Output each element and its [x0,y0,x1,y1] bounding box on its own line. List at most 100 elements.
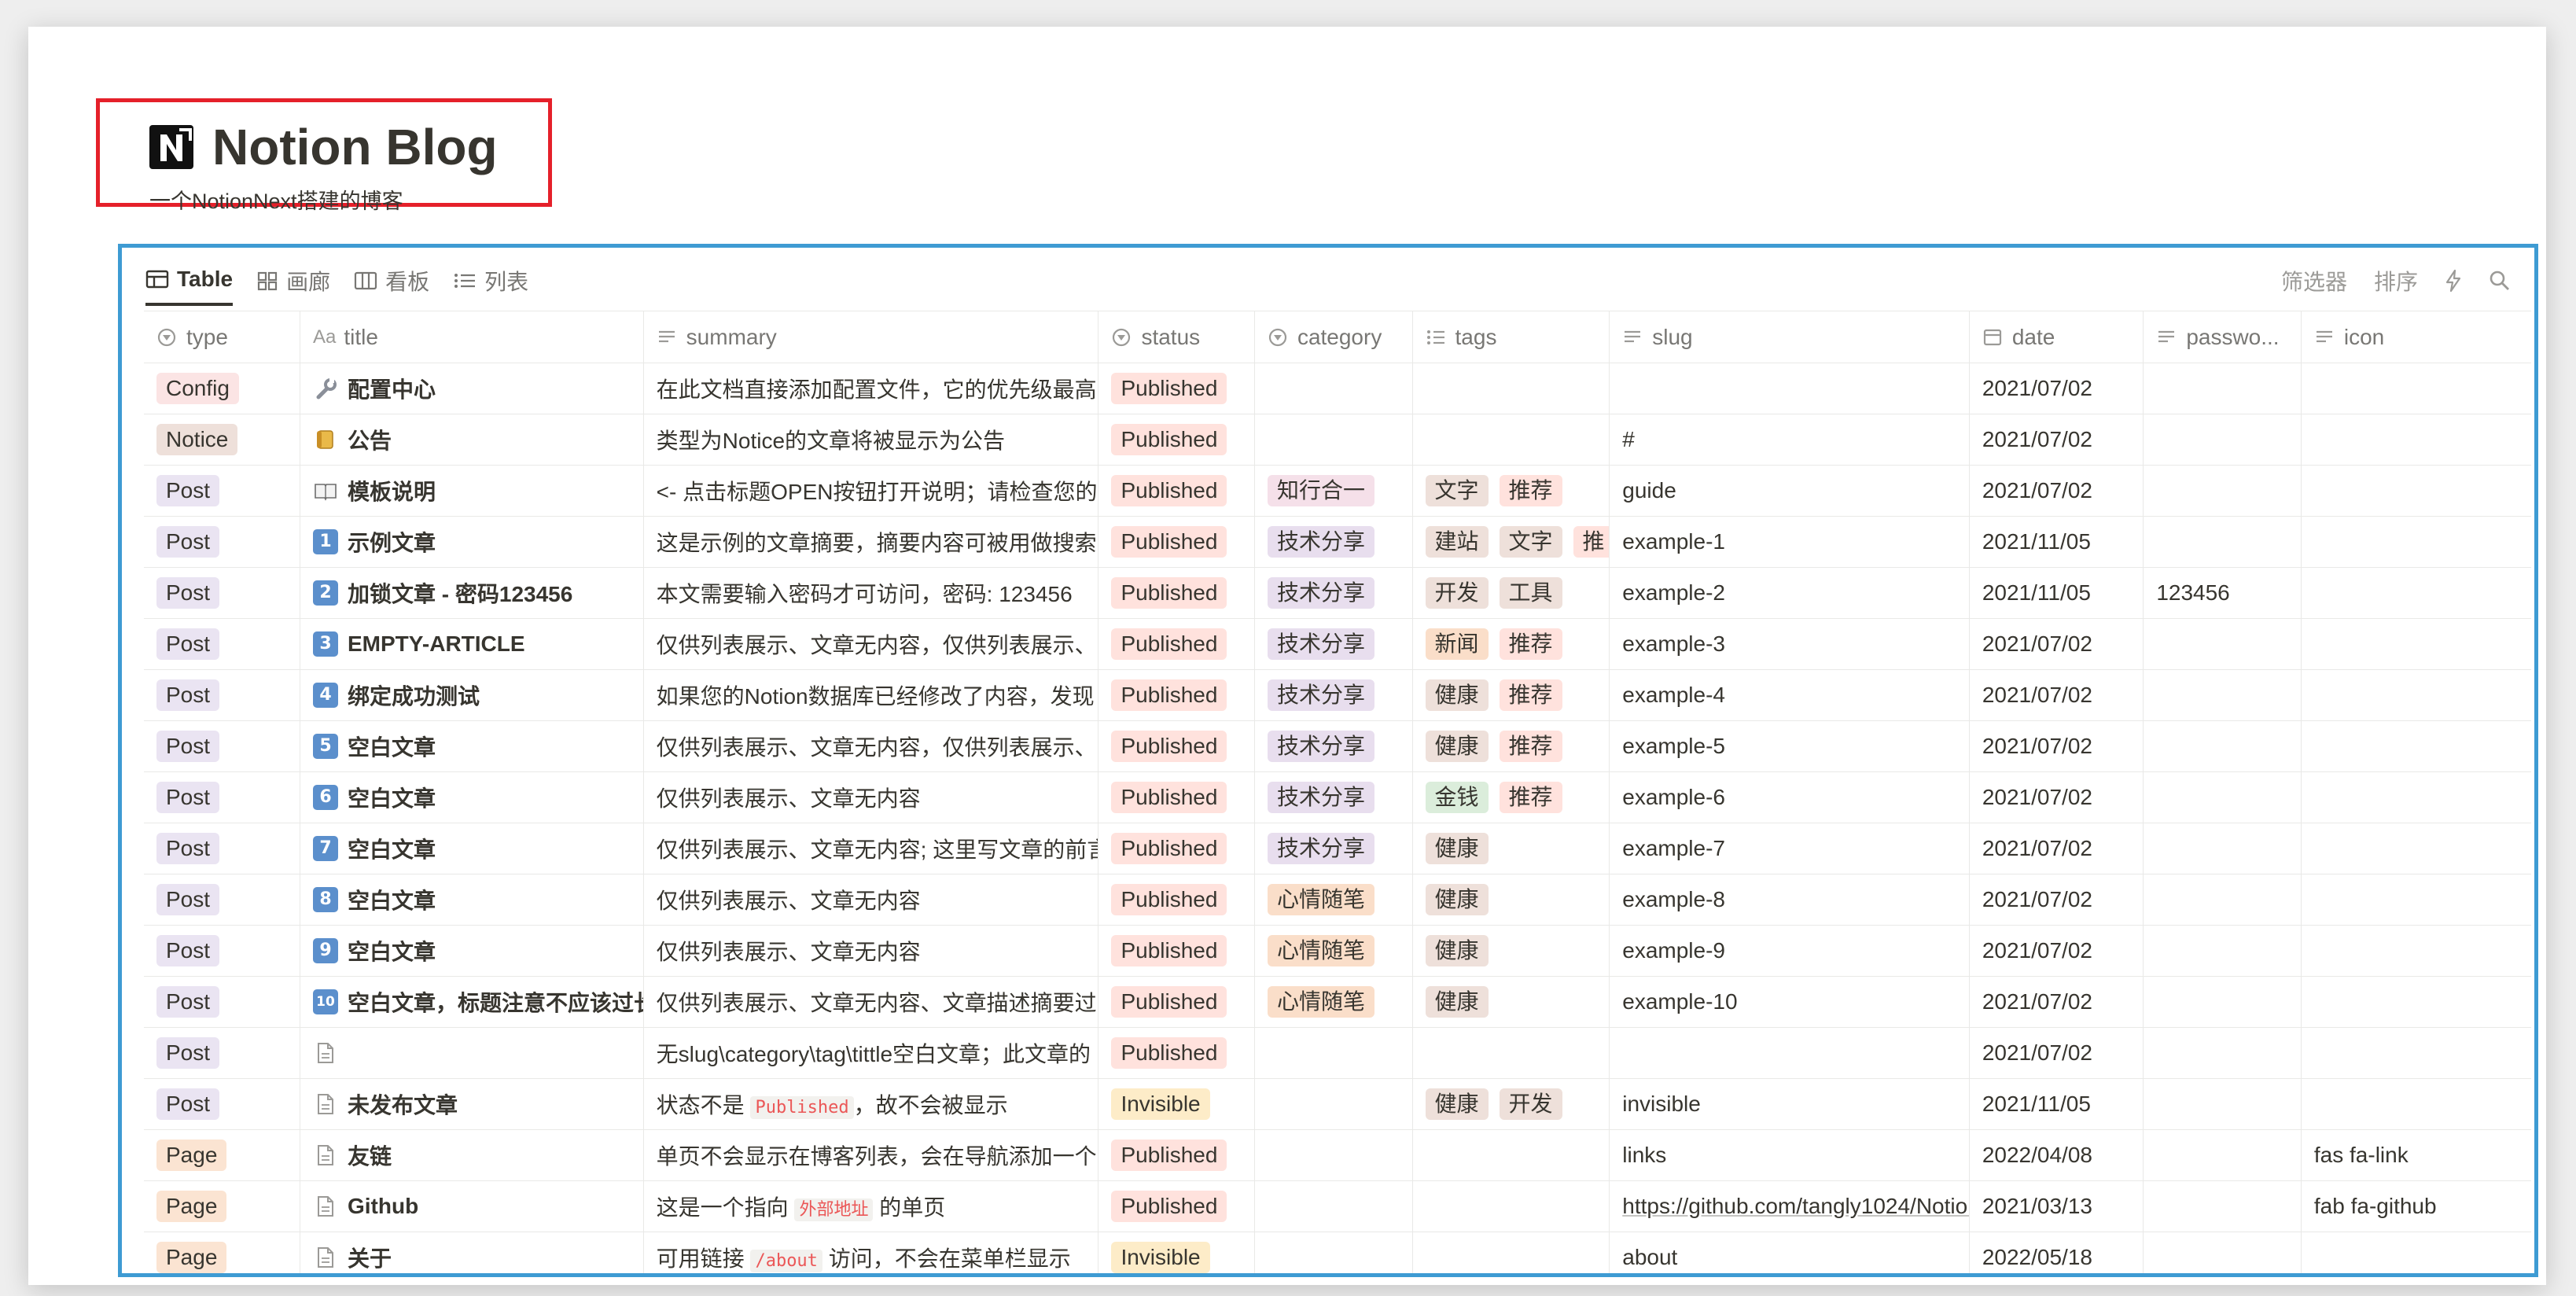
cell-slug[interactable] [1609,1027,1970,1079]
cell-title[interactable]: 7 空白文章 [300,823,644,874]
cell-category[interactable]: 技术分享 [1254,618,1413,670]
row-title[interactable]: 示例文章 [348,526,436,558]
cell-password[interactable] [2143,363,2302,414]
cell-icon[interactable] [2301,414,2531,466]
cell-title[interactable]: 模板说明 [300,465,644,517]
cell-tags[interactable]: 健康 [1412,976,1610,1028]
tab-table[interactable]: Table [145,256,234,306]
cell-category[interactable]: 心情随笔 [1254,874,1413,926]
cell-status[interactable]: Published [1098,465,1255,517]
column-header-summary[interactable]: summary [643,311,1099,363]
cell-icon[interactable] [2301,669,2531,721]
cell-date[interactable]: 2021/07/02 [1969,925,2144,977]
cell-slug[interactable]: about [1609,1232,1970,1273]
cell-tags[interactable]: 健康 推荐 [1412,669,1610,721]
cell-slug[interactable]: example-4 [1609,669,1970,721]
cell-password[interactable] [2143,465,2302,517]
cell-title[interactable]: 1 示例文章 [300,516,644,568]
cell-summary[interactable]: 仅供列表展示、文章无内容，仅供列表展示、 [643,618,1099,670]
search-button[interactable] [2489,270,2511,292]
cell-icon[interactable] [2301,720,2531,772]
cell-summary[interactable]: <- 点击标题OPEN按钮打开说明；请检查您的 [643,465,1099,517]
cell-tags[interactable]: 文字 推荐 [1412,465,1610,517]
cell-title[interactable]: 9 空白文章 [300,925,644,977]
row-title[interactable]: 空白文章 [348,731,436,762]
cell-summary[interactable]: 在此文档直接添加配置文件，它的优先级最高 [643,363,1099,414]
cell-date[interactable]: 2021/07/02 [1969,823,2144,874]
cell-status[interactable]: Published [1098,618,1255,670]
cell-icon[interactable] [2301,465,2531,517]
tab-list[interactable]: 列表 [453,256,528,306]
cell-date[interactable]: 2021/07/02 [1969,1027,2144,1079]
row-title[interactable]: 空白文章，标题注意不应该过长 [348,986,642,1018]
cell-summary[interactable]: 仅供列表展示、文章无内容 [643,771,1099,823]
cell-password[interactable] [2143,618,2302,670]
cell-tags[interactable]: 健康 [1412,823,1610,874]
cell-status[interactable]: Published [1098,925,1255,977]
cell-type[interactable]: Page [144,1129,300,1181]
cell-summary[interactable]: 这是一个指向 外部地址 的单页 [643,1180,1099,1232]
cell-status[interactable]: Published [1098,363,1255,414]
cell-tags[interactable]: 新闻 推荐 [1412,618,1610,670]
cell-title[interactable]: 关于 [300,1232,644,1273]
cell-title[interactable]: 配置中心 [300,363,644,414]
cell-slug[interactable] [1609,363,1970,414]
cell-title[interactable]: 3 EMPTY-ARTICLE [300,618,644,670]
cell-title[interactable]: 5 空白文章 [300,720,644,772]
cell-slug[interactable]: example-8 [1609,874,1970,926]
column-header-status[interactable]: status [1098,311,1255,363]
table-row[interactable]: Post 7 空白文章 仅供列表展示、文章无内容; 这里写文章的前言 Publis… [144,823,2531,874]
cell-slug[interactable]: example-6 [1609,771,1970,823]
cell-date[interactable]: 2021/07/02 [1969,976,2144,1028]
cell-category[interactable]: 心情随笔 [1254,976,1413,1028]
cell-tags[interactable]: 健康 开发 [1412,1078,1610,1130]
cell-summary[interactable]: 可用链接 /about 访问，不会在菜单栏显示 [643,1232,1099,1273]
cell-tags[interactable] [1412,363,1610,414]
cell-password[interactable] [2143,823,2302,874]
cell-tags[interactable] [1412,1180,1610,1232]
column-header-tags[interactable]: tags [1412,311,1610,363]
cell-date[interactable]: 2021/11/05 [1969,516,2144,568]
table-row[interactable]: Post 8 空白文章 仅供列表展示、文章无内容 Published 心情随笔 健… [144,874,2531,926]
cell-icon[interactable] [2301,925,2531,977]
cell-slug[interactable]: example-7 [1609,823,1970,874]
cell-category[interactable] [1254,1078,1413,1130]
cell-icon[interactable]: fab fa-github [2301,1180,2531,1232]
cell-password[interactable] [2143,874,2302,926]
cell-summary[interactable]: 无slug\category\tag\tittle空白文章；此文章的 [643,1027,1099,1079]
cell-category[interactable] [1254,363,1413,414]
cell-title[interactable]: 8 空白文章 [300,874,644,926]
cell-slug[interactable]: https://github.com/tangly1024/NotionNext [1609,1180,1970,1232]
cell-status[interactable]: Published [1098,1180,1255,1232]
cell-password[interactable] [2143,1078,2302,1130]
cell-date[interactable]: 2022/04/08 [1969,1129,2144,1181]
cell-type[interactable]: Page [144,1232,300,1273]
cell-type[interactable]: Post [144,618,300,670]
column-header-password[interactable]: passwo... [2143,311,2302,363]
cell-status[interactable]: Published [1098,567,1255,619]
cell-password[interactable] [2143,414,2302,466]
cell-type[interactable]: Post [144,925,300,977]
cell-password[interactable] [2143,669,2302,721]
cell-status[interactable]: Published [1098,414,1255,466]
cell-password[interactable]: 123456 [2143,567,2302,619]
cell-icon[interactable] [2301,976,2531,1028]
cell-status[interactable]: Published [1098,823,1255,874]
cell-slug[interactable]: # [1609,414,1970,466]
cell-category[interactable] [1254,1129,1413,1181]
row-title[interactable]: 加锁文章 - 密码123456 [348,577,572,609]
cell-date[interactable]: 2021/07/02 [1969,363,2144,414]
cell-category[interactable]: 知行合一 [1254,465,1413,517]
cell-slug[interactable]: example-5 [1609,720,1970,772]
cell-type[interactable]: Post [144,567,300,619]
cell-icon[interactable] [2301,771,2531,823]
cell-status[interactable]: Published [1098,516,1255,568]
cell-password[interactable] [2143,1027,2302,1079]
cell-tags[interactable] [1412,1129,1610,1181]
cell-title[interactable]: 2 加锁文章 - 密码123456 [300,567,644,619]
cell-summary[interactable]: 单页不会显示在博客列表，会在导航添加一个 [643,1129,1099,1181]
cell-title[interactable]: 4 绑定成功测试 [300,669,644,721]
cell-category[interactable]: 技术分享 [1254,669,1413,721]
cell-slug[interactable]: example-2 [1609,567,1970,619]
cell-date[interactable]: 2021/07/02 [1969,618,2144,670]
